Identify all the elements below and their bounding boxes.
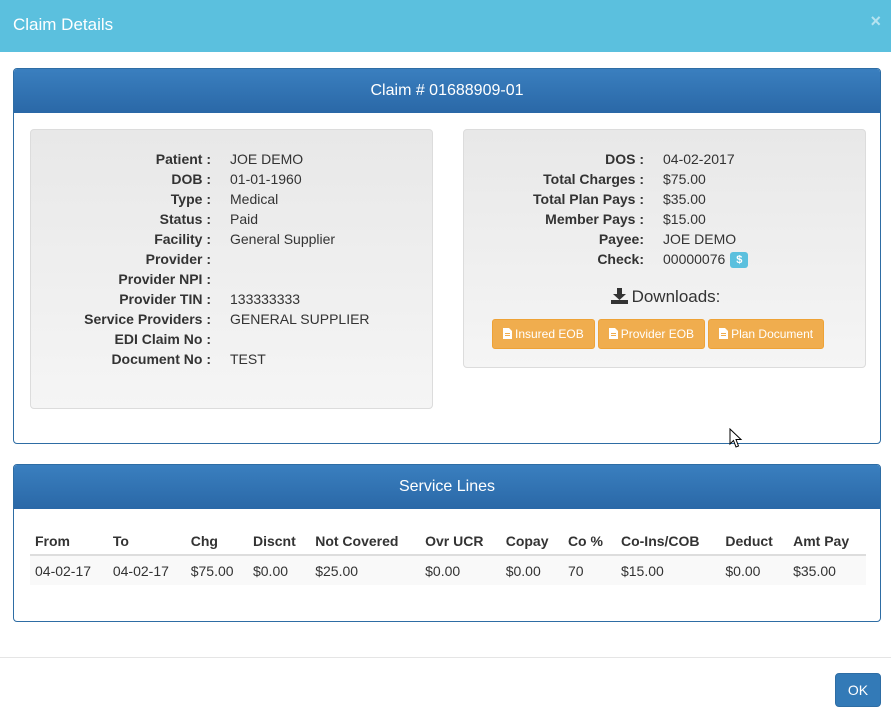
info-label: Provider TIN : [119,291,211,307]
table-cell: $75.00 [185,555,248,585]
footer-divider [0,657,891,658]
claim-heading: Claim # 01688909-01 [14,69,880,113]
insured-eob-button[interactable]: Insured EOB [492,319,595,349]
column-header: Co % [562,527,616,556]
file-icon [719,328,729,339]
column-header: Not Covered [310,527,421,556]
ok-button[interactable]: OK [835,673,881,707]
table-cell: $0.00 [247,555,311,585]
info-label: Status : [159,211,211,227]
column-header: Discnt [247,527,311,556]
download-icon [610,288,628,304]
claim-panel: Claim # 01688909-01 Patient : JOE DEMO DO… [13,68,881,444]
column-header: Copay [500,527,563,556]
table-row: 04-02-17 04-02-17 $75.00 $0.00 $25.00 $0… [30,555,866,585]
table-cell: $25.00 [310,555,421,585]
info-label: Facility : [154,231,211,247]
info-label: DOS : [605,151,644,167]
info-value: JOE DEMO [230,151,304,167]
info-value: GENERAL SUPPLIER [230,311,370,327]
info-label: Total Charges : [543,171,644,187]
column-header: Ovr UCR [420,527,501,556]
info-label: EDI Claim No : [114,331,211,347]
plan-document-button[interactable]: Plan Document [708,319,825,349]
service-lines-heading: Service Lines [14,465,880,509]
file-icon [503,328,512,339]
downloads-label: Downloads: [631,287,721,306]
dollar-badge-icon[interactable]: $ [730,252,749,269]
service-lines-table: From To Chg Discnt Not Covered Ovr UCR C… [30,527,866,585]
table-cell: 04-02-17 [30,555,108,585]
info-value: $15.00 [663,211,706,227]
info-value: Paid [230,211,259,227]
modal-title: Claim Details [13,15,114,34]
table-cell: 70 [562,555,616,585]
info-label: Member Pays : [545,211,644,227]
table-cell: $0.00 [420,555,501,585]
info-label: Service Providers : [84,311,211,327]
info-value: 133333333 [230,291,301,307]
column-header: Co-Ins/COB [615,527,721,556]
provider-eob-button[interactable]: Provider EOB [597,319,706,349]
info-label: Payee: [598,231,644,247]
info-label: Document No : [111,351,211,367]
table-cell: $0.00 [720,555,789,585]
info-label: Total Plan Pays : [533,191,644,207]
claim-info-left: Patient : JOE DEMO DOB : 01-01-1960 Type :… [30,129,433,409]
column-header: Amt Pay [788,527,866,556]
table-cell: $0.00 [500,555,563,585]
column-header: From [30,527,108,556]
column-header: To [107,527,186,556]
info-label: Check: [597,251,644,267]
check-number: 00000076 [663,251,726,267]
claim-info-right: DOS : 04-02-2017 Total Charges : $75.00 To… [463,129,866,368]
file-icon [608,328,618,339]
column-header: Deduct [720,527,789,556]
mouse-cursor-icon [729,428,743,448]
info-value: 01-01-1960 [230,171,302,187]
info-value: 04-02-2017 [663,151,735,167]
info-value: TEST [230,351,266,367]
modal-header: Claim Details × [0,0,891,52]
info-value: $35.00 [663,191,706,207]
downloads-title: Downloads: [464,287,867,307]
info-label: Provider NPI : [118,271,211,287]
provider-eob-label: Provider EOB [620,327,695,341]
column-header: Chg [185,527,248,556]
info-value: 00000076 $ [663,249,749,269]
service-lines-panel: Service Lines From To Chg Discnt Not Cov… [13,464,881,622]
table-cell: 04-02-17 [107,555,186,585]
table-cell: $35.00 [788,555,866,585]
download-buttons: Insured EOB Provider EOB Plan Document [492,319,825,349]
info-value: JOE DEMO [663,231,737,247]
table-cell: $15.00 [615,555,721,585]
info-label: Patient : [155,151,211,167]
info-value: $75.00 [663,171,706,187]
plan-document-label: Plan Document [731,327,814,341]
insured-eob-label: Insured EOB [515,327,584,341]
info-label: Provider : [145,251,211,267]
info-value: General Supplier [230,231,336,247]
close-icon[interactable]: × [870,12,881,30]
table-header-row: From To Chg Discnt Not Covered Ovr UCR C… [30,527,866,556]
info-label: DOB : [171,171,211,187]
info-label: Type : [170,191,211,207]
info-value: Medical [230,191,279,207]
